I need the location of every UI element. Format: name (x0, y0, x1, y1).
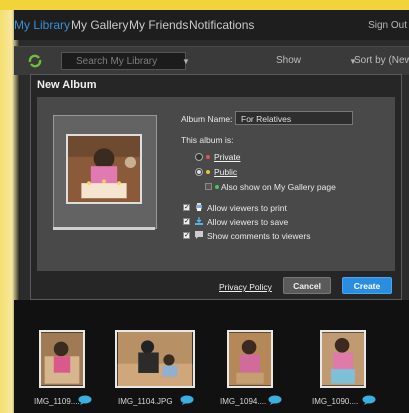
cancel-button[interactable]: Cancel (283, 277, 331, 294)
cover-photo (66, 134, 142, 204)
top-navigation: My Library My Gallery My Friends Notific… (14, 10, 409, 40)
private-radio[interactable] (195, 153, 203, 161)
show-on-gallery-checkbox[interactable] (205, 183, 212, 190)
thumbnail-label: IMG_1104.JPG (118, 397, 173, 406)
comment-icon[interactable] (180, 395, 194, 405)
allow-print-label: Allow viewers to print (207, 203, 287, 213)
private-option-label[interactable]: Private (214, 152, 240, 162)
comment-icon[interactable] (268, 395, 282, 405)
comments-icon (195, 231, 203, 239)
photo-image (227, 330, 273, 388)
visibility-label: This album is: (181, 135, 234, 145)
download-icon (195, 217, 203, 225)
photo-image (115, 330, 195, 388)
allow-save-label: Allow viewers to save (207, 217, 289, 227)
nav-my-library[interactable]: My Library (14, 18, 70, 32)
printer-icon (196, 203, 202, 211)
photo-image (320, 330, 366, 388)
comment-icon[interactable] (362, 395, 376, 405)
refresh-icon[interactable] (27, 53, 43, 69)
sign-out-link[interactable]: Sign Out (368, 20, 407, 31)
show-comments-checkbox[interactable]: ✓ (183, 232, 190, 239)
album-cover-preview (53, 115, 157, 229)
photo-image (39, 330, 85, 388)
photo-thumbnail[interactable] (39, 330, 85, 393)
photo-thumbnail[interactable] (227, 330, 273, 393)
search-dropdown-icon[interactable]: ▼ (182, 57, 190, 66)
allow-print-checkbox[interactable]: ✓ (183, 204, 190, 211)
show-dropdown[interactable]: Show ▼ (276, 52, 357, 70)
thumbnail-label: IMG_1109.... (34, 397, 80, 406)
photo-thumbnail[interactable] (115, 330, 195, 393)
sort-dropdown[interactable]: Sort by (Newest) (354, 52, 409, 70)
gallery-status-dot (215, 185, 219, 189)
photo-thumbnail[interactable] (320, 330, 366, 393)
brand-top-edge (0, 0, 409, 10)
show-dropdown-label: Show (276, 55, 302, 66)
nav-notifications[interactable]: Notifications (189, 18, 254, 32)
thumbnail-label: IMG_1094.... (220, 397, 267, 406)
privacy-policy-link[interactable]: Privacy Policy (219, 282, 272, 292)
nav-my-gallery[interactable]: My Gallery (71, 18, 128, 32)
thumbnail-label: IMG_1090.... (312, 397, 359, 406)
album-name-input[interactable]: For Relatives (235, 111, 353, 125)
public-radio[interactable] (195, 168, 203, 176)
album-name-label: Album Name: (181, 114, 233, 124)
comment-icon[interactable] (78, 395, 92, 405)
search-input[interactable]: Search My Library (61, 52, 186, 70)
public-status-dot (206, 170, 210, 174)
show-on-gallery-label: Also show on My Gallery page (221, 182, 336, 192)
dialog-title: New Album (37, 79, 97, 91)
create-button[interactable]: Create (342, 277, 392, 294)
dialog-body: Album Name: For Relatives This album is:… (37, 97, 395, 271)
private-status-dot (206, 155, 210, 159)
new-album-dialog: New Album Album Name: For Relatives This… (30, 74, 402, 300)
cover-scroll-bar[interactable] (53, 227, 155, 230)
allow-save-checkbox[interactable]: ✓ (183, 218, 190, 225)
show-comments-label: Show comments to viewers (207, 231, 311, 241)
nav-my-friends[interactable]: My Friends (129, 18, 188, 32)
public-option-label[interactable]: Public (214, 167, 237, 177)
dialog-footer: Privacy Policy Cancel Create (31, 271, 401, 299)
library-toolbar: Search My Library ▼ Show ▼ Sort by (Newe… (14, 46, 409, 75)
